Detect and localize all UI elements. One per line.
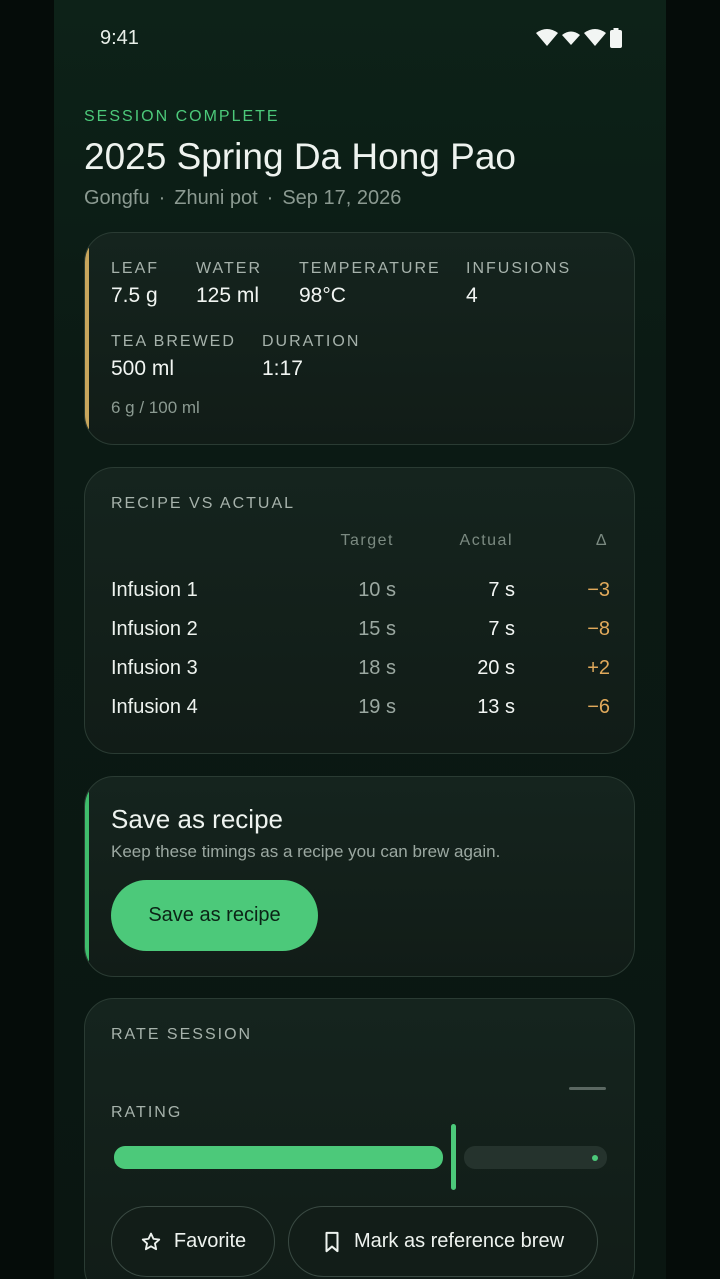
target-time: 15 s [358,618,396,640]
session-meta: Gongfu · Zhuni pot · Sep 17, 2026 [84,187,401,210]
status-bar: 9:41 [54,0,666,76]
battery-icon [610,28,622,48]
save-as-recipe-button[interactable]: Save as recipe [111,880,318,951]
stat-label: TEA BREWED [111,333,236,350]
table-row: Infusion 4 19 s 13 s −6 [85,696,634,726]
stat-label: INFUSIONS [466,260,572,277]
target-time: 18 s [358,657,396,679]
rating-slider[interactable] [111,1124,607,1190]
stat-value: 7.5 g [111,284,158,307]
mark-reference-label: Mark as reference brew [353,1230,565,1252]
stat-duration: DURATION 1:17 [262,333,360,381]
column-target: Target [340,532,394,549]
bookmark-icon [325,1231,339,1252]
infusion-name: Infusion 3 [111,657,198,679]
signal-icon [562,31,580,45]
infusion-name: Infusion 4 [111,696,198,718]
rating-slider-stop-indicator [592,1155,598,1161]
stat-value: 98°C [299,284,346,307]
rating-slider-track[interactable] [464,1146,607,1169]
stat-value: 500 ml [111,357,175,380]
rate-session-card: RATE SESSION RATING Favorite Mark as ref… [84,998,635,1279]
wifi-icon [536,29,558,46]
stat-value: 1:17 [262,357,303,380]
teaware: Zhuni pot [174,187,258,209]
actual-time: 7 s [488,579,515,601]
session-eyebrow: SESSION COMPLETE [84,108,280,125]
actual-time: 20 s [477,657,515,679]
save-recipe-title: Save as recipe [111,804,283,834]
delta-value: −6 [587,696,610,718]
star-icon [141,1232,161,1250]
save-recipe-description: Keep these timings as a recipe you can b… [111,842,501,861]
save-recipe-card: Save as recipe Keep these timings as a r… [84,776,635,977]
infusion-name: Infusion 2 [111,618,198,640]
status-icons [536,28,622,48]
stat-tea-brewed: TEA BREWED 500 ml [111,333,236,381]
actual-time: 7 s [488,618,515,640]
section-title: RATE SESSION [111,1026,253,1043]
column-delta: Δ [595,532,608,549]
session-date: Sep 17, 2026 [282,187,402,209]
status-time: 9:41 [100,27,139,49]
actual-time: 13 s [477,696,515,718]
meta-separator: · [158,187,166,209]
table-row: Infusion 1 10 s 7 s −3 [85,579,634,609]
column-actual: Actual [459,532,513,549]
summary-card: LEAF 7.5 g WATER 125 ml TEMPERATURE 98°C… [84,232,635,445]
target-time: 10 s [358,579,396,601]
recipe-vs-actual-card: RECIPE VS ACTUAL Target Actual Δ Infusio… [84,467,635,754]
stat-leaf: LEAF 7.5 g [111,260,159,308]
stat-infusions: INFUSIONS 4 [466,260,571,308]
drag-handle[interactable] [569,1087,606,1090]
target-time: 19 s [358,696,396,718]
section-title: RECIPE VS ACTUAL [111,495,296,512]
session-summary-screen: 9:41 SESSION COMPLETE 2025 Spring Da Hon… [54,0,666,1279]
rating-slider-fill [114,1146,443,1169]
leaf-ratio: 6 g / 100 ml [111,398,200,417]
rating-label: RATING [111,1104,183,1121]
stat-water: WATER 125 ml [196,260,262,308]
favorite-label: Favorite [173,1230,247,1252]
delta-value: −8 [587,618,610,640]
rating-slider-thumb[interactable] [451,1124,456,1190]
brew-style: Gongfu [84,187,150,209]
infusion-name: Infusion 1 [111,579,198,601]
stat-value: 4 [466,284,478,307]
stat-label: TEMPERATURE [299,260,441,277]
meta-separator: · [266,187,274,209]
delta-value: +2 [587,657,610,679]
wifi-icon [584,29,606,46]
table-row: Infusion 3 18 s 20 s +2 [85,657,634,687]
stat-label: LEAF [111,260,160,277]
stat-label: DURATION [262,333,361,350]
favorite-button[interactable]: Favorite [111,1206,275,1277]
mark-reference-brew-button[interactable]: Mark as reference brew [288,1206,598,1277]
delta-value: −3 [587,579,610,601]
page-title: 2025 Spring Da Hong Pao [84,136,516,177]
table-row: Infusion 2 15 s 7 s −8 [85,618,634,648]
stat-value: 125 ml [196,284,260,307]
stat-label: WATER [196,260,262,277]
stat-temperature: TEMPERATURE 98°C [299,260,441,308]
